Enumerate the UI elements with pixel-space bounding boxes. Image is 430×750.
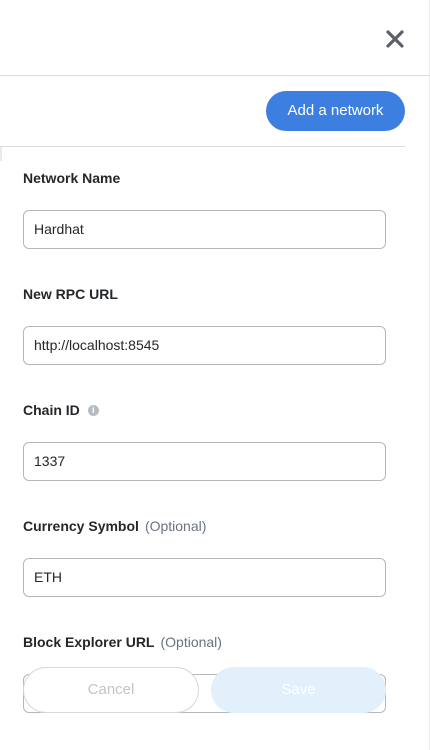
- currency-symbol-optional: (Optional): [144, 518, 207, 534]
- currency-symbol-field: Currency Symbol (Optional) ETH: [23, 516, 386, 597]
- block-explorer-label: Block Explorer URL (Optional): [23, 632, 386, 652]
- network-name-label: Network Name: [23, 168, 386, 188]
- form-footer: Cancel Save: [23, 667, 386, 713]
- info-icon[interactable]: i: [87, 404, 99, 416]
- chain-id-field: Chain ID i 1337: [23, 400, 386, 481]
- save-button[interactable]: Save: [211, 667, 386, 713]
- add-network-button[interactable]: Add a network: [266, 91, 405, 131]
- rpc-url-field: New RPC URL http://localhost:8545: [23, 284, 386, 365]
- network-name-field: Network Name Hardhat: [23, 168, 386, 249]
- network-form: Network Name Hardhat New RPC URL http://…: [23, 168, 386, 713]
- close-icon: [386, 30, 404, 48]
- block-explorer-label-text: Block Explorer URL: [23, 634, 155, 650]
- rpc-url-label-text: New RPC URL: [23, 286, 118, 302]
- rpc-url-input[interactable]: http://localhost:8545: [23, 326, 386, 365]
- network-name-input[interactable]: Hardhat: [23, 210, 386, 249]
- network-name-label-text: Network Name: [23, 170, 121, 186]
- cancel-button[interactable]: Cancel: [23, 667, 199, 713]
- close-button[interactable]: [384, 28, 406, 50]
- chain-id-input[interactable]: 1337: [23, 442, 386, 481]
- chain-id-label-text: Chain ID: [23, 402, 80, 418]
- currency-symbol-label-text: Currency Symbol: [23, 518, 139, 534]
- currency-symbol-input[interactable]: ETH: [23, 558, 386, 597]
- chain-id-label: Chain ID i: [23, 400, 386, 420]
- divider-stub: [0, 147, 2, 161]
- currency-symbol-label: Currency Symbol (Optional): [23, 516, 386, 536]
- toolbar: Add a network: [0, 77, 405, 147]
- header: [0, 0, 430, 76]
- rpc-url-label: New RPC URL: [23, 284, 386, 304]
- network-form-page: Add a network Network Name Hardhat New R…: [0, 0, 430, 750]
- block-explorer-optional: (Optional): [160, 634, 222, 650]
